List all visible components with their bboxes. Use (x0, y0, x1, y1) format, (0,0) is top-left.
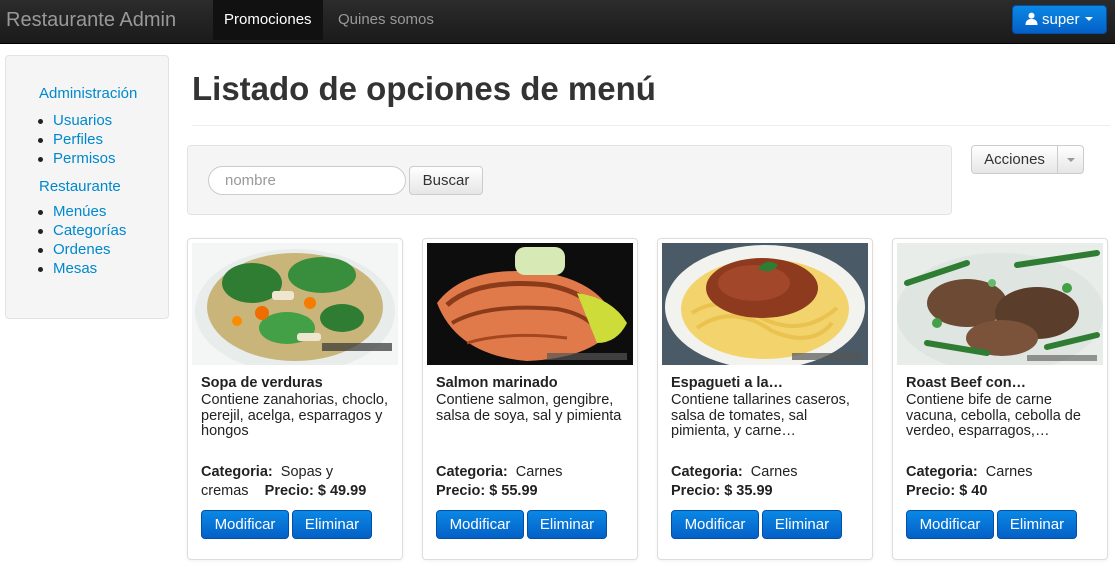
sidebar: Administración Usuarios Perfiles Permiso… (5, 55, 169, 319)
menu-card: Espagueti a la… Contiene tallarines case… (657, 238, 873, 560)
price-label: Precio: (436, 483, 486, 499)
edit-button[interactable]: Modificar (201, 510, 289, 539)
tab-promociones[interactable]: Promociones (213, 0, 323, 40)
delete-button[interactable]: Eliminar (527, 510, 607, 539)
delete-button[interactable]: Eliminar (762, 510, 842, 539)
user-menu-button[interactable]: super (1012, 5, 1107, 34)
item-meta: Categoria: Carnes Precio: $ 40 (906, 463, 1102, 501)
search-button[interactable]: Buscar (409, 166, 483, 195)
item-meta: Categoria: Carnes Precio: $ 55.99 (436, 463, 632, 501)
edit-button[interactable]: Modificar (671, 510, 759, 539)
category-label: Categoria: (201, 464, 273, 480)
soup-photo (192, 243, 398, 365)
delete-button[interactable]: Eliminar (997, 510, 1077, 539)
item-description: Contiene bife de carne vacuna, cebolla, … (906, 393, 1081, 439)
price-label: Precio: (906, 483, 956, 499)
category-label: Categoria: (436, 464, 508, 480)
edit-button[interactable]: Modificar (906, 510, 994, 539)
tab-quines-somos[interactable]: Quines somos (327, 0, 445, 40)
roast-beef-photo (897, 243, 1103, 365)
item-description: Contiene salmon, gengibre, salsa de soya… (436, 393, 622, 424)
search-input[interactable] (208, 166, 406, 195)
sidebar-header-restaurante: Restaurante (39, 178, 121, 195)
item-price: $ 55.99 (489, 483, 538, 499)
sidebar-item-mesas[interactable]: Mesas (37, 260, 97, 277)
item-title: Sopa de verduras (201, 375, 323, 391)
user-name: super (1042, 11, 1080, 28)
sidebar-item-categorias[interactable]: Categorías (37, 222, 126, 239)
item-title: Roast Beef con… (906, 375, 1027, 391)
brand-link[interactable]: Restaurante Admin (6, 0, 176, 40)
item-title: Salmon marinado (436, 375, 558, 391)
item-price: $ 35.99 (724, 483, 773, 499)
actions-button[interactable]: Acciones (971, 145, 1058, 174)
delete-button[interactable]: Eliminar (292, 510, 372, 539)
menu-card: Salmon marinado Contiene salmon, gengibr… (422, 238, 638, 560)
price-label: Precio: (671, 483, 721, 499)
salmon-photo (427, 243, 633, 365)
top-navbar: Restaurante Admin Promociones Quines som… (0, 0, 1115, 44)
caret-down-icon (1084, 17, 1093, 21)
sidebar-item-permisos[interactable]: Permisos (38, 150, 116, 167)
category-label: Categoria: (671, 464, 743, 480)
user-icon (1025, 12, 1038, 25)
sidebar-item-usuarios[interactable]: Usuarios (37, 112, 112, 129)
title-divider (192, 125, 1110, 126)
actions-caret-icon[interactable] (1058, 145, 1084, 174)
item-category: Carnes (985, 464, 1033, 480)
item-price: $ 49.99 (317, 483, 367, 499)
menu-card: Roast Beef con… Contiene bife de carne v… (892, 238, 1108, 560)
item-category: Carnes (515, 464, 563, 480)
spaghetti-photo (662, 243, 868, 365)
item-title: Espagueti a la… (671, 375, 784, 391)
item-meta: Categoria: Carnes Precio: $ 35.99 (671, 463, 867, 501)
page-title: Listado de opciones de menú (192, 70, 656, 107)
item-description: Contiene zanahorias, choclo, perejil, ac… (201, 393, 389, 439)
sidebar-item-perfiles[interactable]: Perfiles (37, 131, 103, 148)
menu-card: Sopa de verduras Contiene zanahorias, ch… (187, 238, 403, 560)
item-meta: Categoria: Sopas y cremas Precio: $ 49.9… (201, 463, 397, 501)
item-price: $ 40 (959, 483, 988, 499)
item-description: Contiene tallarines caseros, salsa de to… (671, 393, 850, 439)
edit-button[interactable]: Modificar (436, 510, 524, 539)
category-label: Categoria: (906, 464, 978, 480)
item-category: Carnes (750, 464, 798, 480)
price-label: Precio: (264, 483, 314, 499)
sidebar-header-administracion: Administración (39, 85, 138, 102)
sidebar-item-ordenes[interactable]: Ordenes (38, 241, 111, 258)
sidebar-item-menues[interactable]: Menúes (37, 203, 106, 220)
